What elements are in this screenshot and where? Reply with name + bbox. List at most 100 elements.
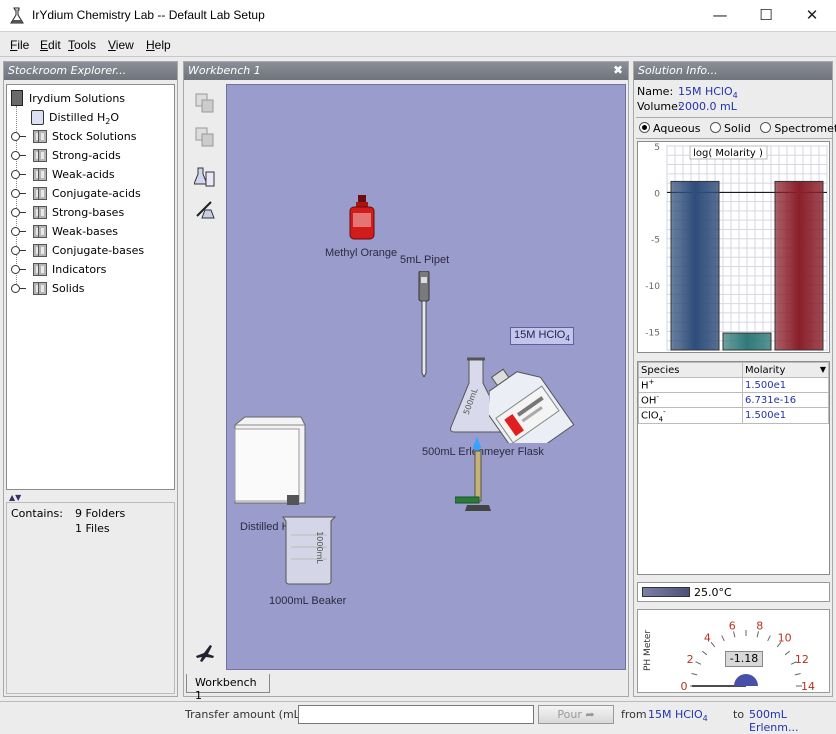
paste-icon[interactable] bbox=[194, 126, 216, 148]
stockroom-tree: Irydium Solutions Distilled H2O Stock So… bbox=[6, 84, 175, 490]
expand-handle-icon[interactable] bbox=[11, 208, 26, 217]
pour-button[interactable]: Pour ➦ bbox=[538, 705, 614, 724]
expand-handle-icon[interactable] bbox=[11, 284, 26, 293]
close-icon[interactable]: ✖ bbox=[613, 63, 623, 77]
tab-workbench[interactable]: Workbench 1 bbox=[186, 674, 270, 702]
ph-tick-mark bbox=[695, 661, 702, 665]
bar bbox=[722, 332, 772, 351]
menu-file[interactable]: File bbox=[10, 38, 29, 52]
tick-label: 5 bbox=[654, 143, 660, 153]
workbench-panel: Workbench 1 ✖ Methyl Orange 5mL Pipet 15… bbox=[183, 61, 629, 702]
close-button[interactable]: ✕ bbox=[799, 4, 825, 26]
tree-folder[interactable]: Conjugate-bases bbox=[11, 241, 171, 260]
book-icon bbox=[11, 90, 23, 106]
tree-folder[interactable]: Weak-acids bbox=[11, 165, 171, 184]
mode-solid[interactable]: Solid bbox=[710, 122, 751, 135]
bar bbox=[774, 180, 824, 351]
contents-info: Contains: 9 Folders 1 Files bbox=[6, 502, 175, 694]
tree-folder[interactable]: Stock Solutions bbox=[11, 127, 171, 146]
tree-folder[interactable]: Indicators bbox=[11, 260, 171, 279]
tree-folder[interactable]: Conjugate-acids bbox=[11, 184, 171, 203]
menu-tools[interactable]: Tools bbox=[68, 38, 96, 52]
tree-folder[interactable]: Strong-bases bbox=[11, 203, 171, 222]
table-row[interactable]: H+ 1.500e1 bbox=[638, 377, 829, 393]
expand-handle-icon[interactable] bbox=[11, 132, 26, 141]
chart-title: log( Molarity ) bbox=[693, 148, 763, 159]
radio-spectrometer[interactable] bbox=[760, 122, 772, 133]
pour-icon: ➦ bbox=[585, 708, 595, 721]
ph-tick-mark bbox=[701, 650, 708, 656]
tree-folder[interactable]: Solids bbox=[11, 279, 171, 298]
table-row[interactable]: ClO4- 1.500e1 bbox=[638, 406, 829, 425]
tree-root-label: Irydium Solutions bbox=[29, 92, 126, 105]
airplane-icon[interactable] bbox=[194, 642, 216, 664]
temperature-display: 25.0°C bbox=[637, 582, 830, 602]
ph-tick-label: 4 bbox=[704, 632, 711, 645]
volume-value: 2000.0 mL bbox=[678, 100, 737, 113]
ph-hub bbox=[734, 674, 758, 686]
tree-root[interactable]: Irydium Solutions bbox=[11, 89, 125, 108]
workbench-canvas[interactable]: Methyl Orange 5mL Pipet 15M HClO4 500mL … bbox=[226, 84, 626, 670]
ph-tick-mark bbox=[721, 635, 725, 642]
beaker[interactable]: 1000mL bbox=[281, 515, 337, 585]
solution-title: Solution Info... bbox=[634, 62, 832, 80]
to-value: 500mL Erlenm... bbox=[749, 708, 799, 734]
ph-tick-label: 2 bbox=[687, 653, 694, 666]
radio-solid[interactable] bbox=[710, 122, 721, 133]
folder-icon bbox=[38, 282, 47, 295]
name-label: Name: bbox=[637, 85, 674, 98]
ph-tick-mark bbox=[794, 673, 801, 676]
tree-item-water[interactable]: Distilled H2O bbox=[31, 108, 119, 127]
solution-builder-icon[interactable] bbox=[194, 198, 218, 222]
footer-bar: Transfer amount (mL): Pour ➦ from 15M HC… bbox=[0, 701, 836, 734]
beaker-mark: 1000mL bbox=[314, 531, 324, 564]
folder-icon bbox=[38, 149, 47, 162]
folder-icon bbox=[38, 225, 47, 238]
ph-tick-mark bbox=[784, 650, 791, 656]
contains-label: Contains: bbox=[11, 507, 63, 520]
name-value: 15M HClO4 bbox=[678, 85, 738, 101]
copy-icon[interactable] bbox=[194, 92, 216, 114]
expand-handle-icon[interactable] bbox=[11, 246, 26, 255]
transfer-amount-input[interactable] bbox=[298, 705, 534, 724]
mode-aqueous[interactable]: Aqueous bbox=[639, 122, 701, 135]
methyl-orange-bottle[interactable] bbox=[347, 195, 377, 241]
species-name: ClO4- bbox=[638, 406, 743, 425]
folder-icon bbox=[38, 263, 47, 276]
water-dispenser[interactable] bbox=[231, 415, 307, 511]
species-header[interactable]: Species bbox=[638, 362, 743, 378]
species-molarity: 1.500e1 bbox=[742, 377, 829, 393]
radio-aqueous[interactable] bbox=[639, 122, 650, 133]
folder-label: Strong-acids bbox=[52, 149, 121, 162]
menu-edit[interactable]: Edit bbox=[40, 38, 61, 52]
folder-icon bbox=[38, 168, 47, 181]
maximize-button[interactable]: ☐ bbox=[753, 4, 779, 26]
expand-handle-icon[interactable] bbox=[11, 227, 26, 236]
from-value: 15M HClO4 bbox=[648, 708, 708, 724]
pipet[interactable] bbox=[417, 270, 431, 379]
molarity-header[interactable]: Molarity ▼ bbox=[742, 362, 829, 378]
folder-label: Solids bbox=[52, 282, 85, 295]
minimize-button[interactable]: — bbox=[707, 4, 733, 26]
volume-label: Volume: bbox=[637, 100, 682, 113]
expand-handle-icon[interactable] bbox=[11, 170, 26, 179]
table-row[interactable]: OH- 6.731e-16 bbox=[638, 392, 829, 408]
chart-svg: 5 0 -5 -10 -15 log( Molarity ) bbox=[645, 143, 828, 351]
tree-folder[interactable]: Strong-acids bbox=[11, 146, 171, 165]
expand-handle-icon[interactable] bbox=[11, 265, 26, 274]
folder-label: Stock Solutions bbox=[52, 130, 137, 143]
tree-folder[interactable]: Weak-bases bbox=[11, 222, 171, 241]
menu-view[interactable]: View bbox=[108, 38, 134, 52]
glassware-icon[interactable] bbox=[193, 164, 218, 188]
expand-handle-icon[interactable] bbox=[11, 189, 26, 198]
bunsen-burner[interactable] bbox=[454, 437, 491, 513]
expand-handle-icon[interactable] bbox=[11, 151, 26, 160]
beaker-label: 1000mL Beaker bbox=[269, 595, 347, 607]
hclo4-jug[interactable] bbox=[487, 343, 599, 463]
splitter-arrows[interactable]: ▲▼ bbox=[9, 493, 21, 502]
bar bbox=[670, 180, 720, 351]
menu-help[interactable]: Help bbox=[146, 38, 171, 52]
folder-label: Conjugate-bases bbox=[52, 244, 145, 257]
mode-spectrometer[interactable]: Spectrometer bbox=[760, 122, 836, 135]
tick-label: -10 bbox=[645, 282, 660, 292]
